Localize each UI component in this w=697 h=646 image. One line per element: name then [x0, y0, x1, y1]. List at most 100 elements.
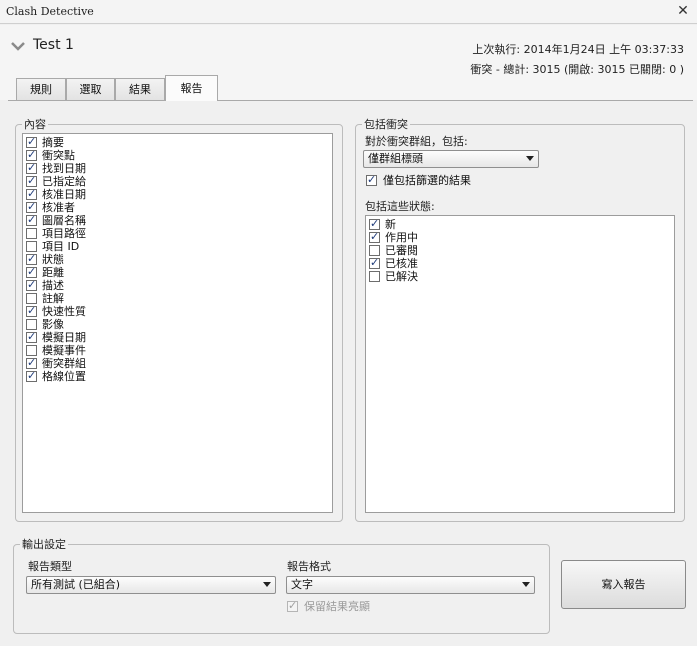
- tab-selection[interactable]: 選取: [66, 78, 115, 101]
- checkbox-icon[interactable]: [26, 228, 37, 239]
- contents-item[interactable]: 衝突點: [23, 148, 332, 162]
- tab-report[interactable]: 報告: [165, 75, 218, 101]
- contents-item[interactable]: 距離: [23, 265, 332, 279]
- contents-item-label: 找到日期: [42, 162, 86, 175]
- clash-summary: 衝突 - 總計: 3015 (開啟: 3015 已關閉: 0 ): [470, 63, 684, 76]
- contents-item-label: 圖層名稱: [42, 214, 86, 227]
- checkbox-icon: [287, 599, 298, 613]
- contents-item-label: 影像: [42, 318, 64, 331]
- window-title: Clash Detective: [6, 5, 94, 18]
- contents-item-label: 描述: [42, 279, 64, 292]
- write-report-button[interactable]: 寫入報告: [561, 560, 686, 609]
- keep-highlight-label: 保留結果亮顯: [304, 600, 370, 613]
- contents-item[interactable]: 圖層名稱: [23, 213, 332, 227]
- contents-item[interactable]: 項目 ID: [23, 240, 332, 253]
- dropdown-arrow-icon: [522, 582, 530, 587]
- checkbox-icon[interactable]: [26, 213, 37, 226]
- contents-item[interactable]: 註解: [23, 292, 332, 305]
- contents-item[interactable]: 找到日期: [23, 161, 332, 175]
- status-item[interactable]: 已審閱: [366, 244, 674, 257]
- checkbox-icon[interactable]: [26, 369, 37, 382]
- checkbox-icon[interactable]: [26, 148, 37, 161]
- contents-item-label: 格線位置: [42, 370, 86, 383]
- report-type-value: 所有測試 (已組合): [31, 578, 121, 591]
- contents-list[interactable]: 摘要衝突點找到日期已指定給核准日期核准者圖層名稱項目路徑項目 ID狀態距離描述註…: [22, 133, 333, 513]
- contents-item[interactable]: 格線位置: [23, 369, 332, 383]
- contents-item-label: 摘要: [42, 136, 64, 149]
- checkbox-icon[interactable]: [26, 304, 37, 317]
- checkbox-icon[interactable]: [26, 241, 37, 252]
- status-item-label: 新: [385, 218, 396, 231]
- checkbox-icon[interactable]: [369, 230, 380, 243]
- checkbox-icon[interactable]: [26, 200, 37, 213]
- contents-item[interactable]: 模擬事件: [23, 344, 332, 357]
- chevron-down-icon[interactable]: [11, 41, 25, 51]
- report-format-select[interactable]: 文字: [286, 576, 535, 594]
- status-item[interactable]: 新: [366, 217, 674, 231]
- status-list[interactable]: 新作用中已審閱已核准已解決: [365, 215, 675, 513]
- contents-item-label: 已指定給: [42, 175, 86, 188]
- checkbox-icon[interactable]: [26, 293, 37, 304]
- checkbox-icon[interactable]: [26, 356, 37, 369]
- clash-group-label: 對於衝突群組，包括:: [365, 135, 468, 148]
- status-item[interactable]: 已核准: [366, 256, 674, 270]
- contents-item[interactable]: 影像: [23, 318, 332, 331]
- contents-item[interactable]: 摘要: [23, 135, 332, 149]
- checkbox-icon[interactable]: [26, 278, 37, 291]
- checkbox-icon: [366, 173, 377, 187]
- report-format-value: 文字: [291, 578, 313, 591]
- checkbox-icon[interactable]: [26, 265, 37, 278]
- contents-item[interactable]: 描述: [23, 278, 332, 292]
- close-icon[interactable]: ✕: [675, 3, 691, 19]
- contents-item-label: 衝突群組: [42, 357, 86, 370]
- tab-rules[interactable]: 規則: [16, 78, 66, 101]
- contents-item[interactable]: 狀態: [23, 252, 332, 266]
- output-settings-legend: 輸出設定: [22, 538, 66, 551]
- contents-item-label: 註解: [42, 292, 64, 305]
- contents-item[interactable]: 快速性質: [23, 304, 332, 318]
- checkbox-icon[interactable]: [26, 174, 37, 187]
- report-type-select[interactable]: 所有測試 (已組合): [26, 576, 276, 594]
- contents-item[interactable]: 衝突群組: [23, 356, 332, 370]
- clash-group-value: 僅群組標頭: [368, 152, 423, 165]
- checkbox-icon[interactable]: [26, 135, 37, 148]
- status-item-label: 已解決: [385, 270, 418, 283]
- contents-item[interactable]: 模擬日期: [23, 330, 332, 344]
- checkbox-icon[interactable]: [26, 345, 37, 356]
- filtered-only-checkbox[interactable]: 僅包括篩選的結果: [366, 173, 471, 188]
- status-item[interactable]: 已解決: [366, 270, 674, 283]
- checkbox-icon[interactable]: [26, 161, 37, 174]
- contents-item-label: 模擬日期: [42, 331, 86, 344]
- checkbox-icon[interactable]: [369, 271, 380, 282]
- contents-item-label: 核准日期: [42, 188, 86, 201]
- checkbox-icon[interactable]: [369, 217, 380, 230]
- checkbox-icon[interactable]: [369, 245, 380, 256]
- contents-item-label: 項目路徑: [42, 227, 86, 240]
- checkbox-icon[interactable]: [26, 319, 37, 330]
- report-type-label: 報告類型: [28, 560, 72, 573]
- status-list-label: 包括這些狀態:: [365, 200, 435, 213]
- checkbox-icon[interactable]: [26, 187, 37, 200]
- checkbox-icon[interactable]: [26, 330, 37, 343]
- checkbox-icon[interactable]: [26, 252, 37, 265]
- contents-item-label: 狀態: [42, 253, 64, 266]
- contents-item-label: 項目 ID: [42, 240, 80, 253]
- status-item-label: 已核准: [385, 257, 418, 270]
- contents-item[interactable]: 已指定給: [23, 174, 332, 188]
- clash-group-select[interactable]: 僅群組標頭: [363, 150, 539, 168]
- contents-item-label: 快速性質: [42, 305, 86, 318]
- checkbox-icon[interactable]: [369, 256, 380, 269]
- last-run-info: 上次執行: 2014年1月24日 上午 03:37:33: [472, 43, 684, 56]
- contents-item[interactable]: 項目路徑: [23, 227, 332, 240]
- contents-legend: 內容: [24, 118, 46, 131]
- contents-item-label: 衝突點: [42, 149, 75, 162]
- report-format-label: 報告格式: [287, 560, 331, 573]
- contents-item-label: 模擬事件: [42, 344, 86, 357]
- dropdown-arrow-icon: [526, 156, 534, 161]
- test-name: Test 1: [33, 37, 74, 53]
- contents-item[interactable]: 核准日期: [23, 187, 332, 201]
- tab-results[interactable]: 結果: [115, 78, 165, 101]
- status-item[interactable]: 作用中: [366, 230, 674, 244]
- contents-item[interactable]: 核准者: [23, 200, 332, 214]
- keep-highlight-checkbox: 保留結果亮顯: [287, 599, 370, 614]
